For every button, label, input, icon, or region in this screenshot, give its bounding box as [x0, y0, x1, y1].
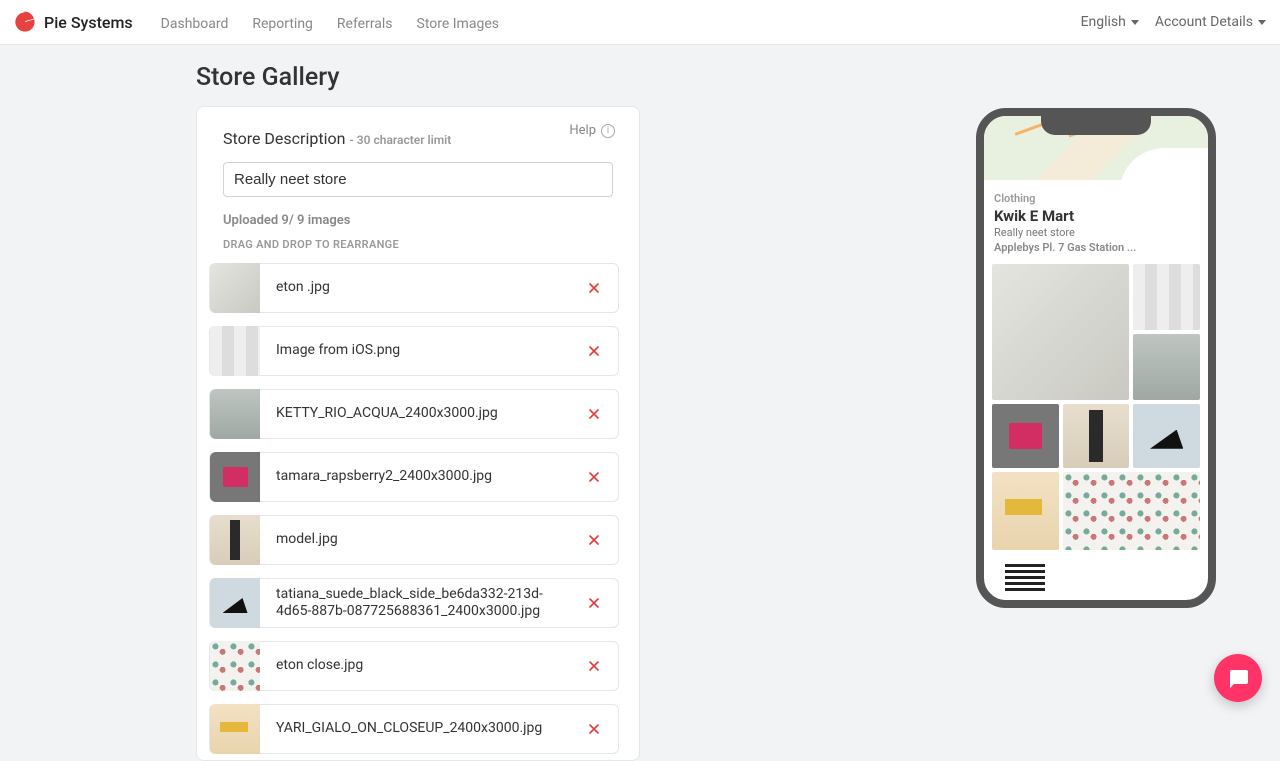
file-name: YARI_GIALO_ON_CLOSEUP_2400x3000.jpg — [260, 720, 576, 738]
gallery-image — [1133, 334, 1200, 400]
preview-header: Clothing Kwik E Mart Really neet store A… — [984, 180, 1208, 260]
caret-down-icon — [1258, 20, 1266, 25]
close-icon — [586, 280, 602, 296]
file-row[interactable]: YARI_GIALO_ON_CLOSEUP_2400x3000.jpg — [209, 704, 619, 754]
nav-referrals[interactable]: Referrals — [337, 16, 393, 32]
gallery-image — [1133, 264, 1200, 330]
info-icon: i — [601, 124, 615, 138]
file-thumbnail — [210, 578, 260, 628]
phone-preview: Clothing Kwik E Mart Really neet store A… — [976, 108, 1216, 608]
remove-file-button[interactable] — [576, 522, 612, 558]
file-thumbnail — [210, 515, 260, 565]
content: Store Gallery Help i Store Description -… — [0, 45, 1280, 720]
help-label: Help — [569, 123, 596, 138]
file-row[interactable]: tamara_rapsberry2_2400x3000.jpg — [209, 452, 619, 502]
store-gallery-card: Help i Store Description - 30 character … — [196, 106, 640, 761]
file-list: eton .jpg Image from iOS.png KETTY_RIO_ACQ… — [223, 263, 613, 754]
close-icon — [586, 469, 602, 485]
gallery-image — [1063, 404, 1130, 468]
description-label-row: Store Description - 30 character limit — [223, 129, 613, 148]
close-icon — [586, 532, 602, 548]
remove-file-button[interactable] — [576, 711, 612, 747]
preview-curve — [1120, 148, 1210, 233]
file-row[interactable]: eton close.jpg — [209, 641, 619, 691]
close-icon — [586, 658, 602, 674]
nav-reporting[interactable]: Reporting — [252, 16, 313, 32]
account-label: Account Details — [1155, 14, 1253, 30]
close-icon — [586, 721, 602, 737]
drag-hint: DRAG AND DROP TO REARRANGE — [223, 238, 613, 251]
gallery-image — [992, 264, 1129, 400]
remove-file-button[interactable] — [576, 396, 612, 432]
file-name: model.jpg — [260, 531, 576, 549]
chat-icon — [1226, 666, 1250, 690]
help-link[interactable]: Help i — [569, 123, 615, 138]
file-row[interactable]: Image from iOS.png — [209, 326, 619, 376]
left-column: Store Gallery Help i Store Description -… — [196, 63, 640, 720]
upload-count: Uploaded 9/ 9 images — [223, 213, 613, 228]
file-row[interactable]: tatiana_suede_black_side_be6da332-213d-4… — [209, 578, 619, 628]
brand-logo-icon — [14, 11, 36, 33]
preview-address: Applebys Pl. 7 Gas Station ... — [994, 241, 1198, 254]
phone-notch — [1041, 115, 1151, 135]
close-icon — [586, 406, 602, 422]
brand[interactable]: Pie Systems — [14, 11, 133, 33]
remove-file-button[interactable] — [576, 585, 612, 621]
account-dropdown[interactable]: Account Details — [1155, 14, 1266, 30]
file-row[interactable]: KETTY_RIO_ACQUA_2400x3000.jpg — [209, 389, 619, 439]
left-nav: Pie Systems Dashboard Reporting Referral… — [14, 11, 509, 33]
file-thumbnail — [210, 263, 260, 313]
file-name: eton .jpg — [260, 279, 576, 297]
close-icon — [586, 343, 602, 359]
description-label: Store Description — [223, 129, 345, 148]
language-label: English — [1081, 14, 1126, 30]
store-description-input[interactable] — [223, 162, 613, 197]
gallery-image — [992, 404, 1059, 468]
file-thumbnail — [210, 452, 260, 502]
file-thumbnail — [210, 326, 260, 376]
right-nav: English Account Details — [1065, 14, 1266, 30]
nav-store-images[interactable]: Store Images — [417, 16, 499, 32]
file-name: tatiana_suede_black_side_be6da332-213d-4… — [260, 586, 576, 621]
file-row[interactable]: model.jpg — [209, 515, 619, 565]
file-name: eton close.jpg — [260, 657, 576, 675]
file-row[interactable]: eton .jpg — [209, 263, 619, 313]
gallery-image — [992, 554, 1059, 602]
brand-name: Pie Systems — [44, 13, 133, 32]
remove-file-button[interactable] — [576, 270, 612, 306]
topbar: Pie Systems Dashboard Reporting Referral… — [0, 0, 1280, 45]
chat-button[interactable] — [1214, 654, 1262, 702]
file-thumbnail — [210, 704, 260, 754]
remove-file-button[interactable] — [576, 459, 612, 495]
gallery-image — [1063, 472, 1200, 550]
gallery-image — [992, 472, 1059, 550]
remove-file-button[interactable] — [576, 648, 612, 684]
file-name: KETTY_RIO_ACQUA_2400x3000.jpg — [260, 405, 576, 423]
gallery-image — [1133, 404, 1200, 468]
file-thumbnail — [210, 389, 260, 439]
nav-links: Dashboard Reporting Referrals Store Imag… — [151, 13, 509, 32]
preview-gallery — [984, 260, 1208, 608]
file-name: tamara_rapsberry2_2400x3000.jpg — [260, 468, 576, 486]
close-icon — [586, 595, 602, 611]
file-name: Image from iOS.png — [260, 342, 576, 360]
page-title: Store Gallery — [196, 63, 640, 92]
remove-file-button[interactable] — [576, 333, 612, 369]
caret-down-icon — [1131, 20, 1139, 25]
nav-dashboard[interactable]: Dashboard — [161, 16, 229, 32]
language-dropdown[interactable]: English — [1081, 14, 1139, 30]
file-thumbnail — [210, 641, 260, 691]
description-limit: - 30 character limit — [349, 133, 451, 147]
